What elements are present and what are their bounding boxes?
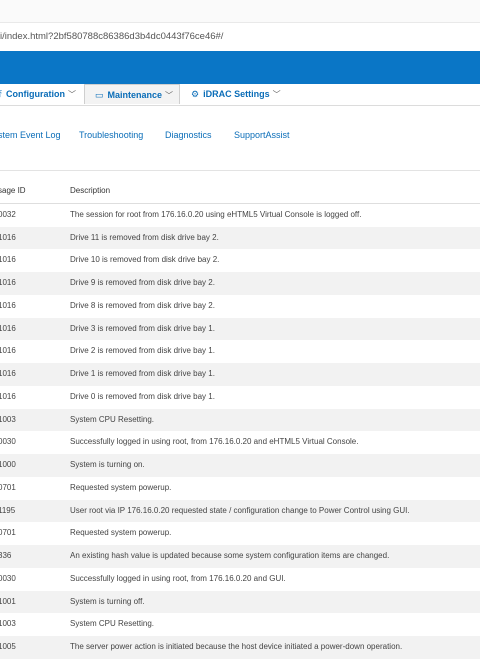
description-cell: System is turning off. [70, 596, 145, 606]
table-row[interactable]: 1016 Drive 10 is removed from disk drive … [0, 249, 480, 272]
configuration-icon: ⤒ [0, 89, 2, 99]
description-cell: Drive 10 is removed from disk drive bay … [70, 255, 220, 265]
message-id-cell: 1016 [0, 300, 16, 310]
subnav-troubleshooting[interactable]: Troubleshooting [79, 130, 143, 140]
menu-maintenance-label: Maintenance [107, 90, 163, 100]
table-row[interactable]: 0701 Requested system powerup. [0, 477, 480, 500]
browser-address-area: i/index.html?2bf580788c86386d3b4dc0443f7… [0, 0, 480, 56]
description-cell: Successfully logged in using root, from … [70, 437, 359, 447]
table-row[interactable]: 1016 Drive 9 is removed from disk drive b… [0, 272, 480, 295]
table-row[interactable]: 1016 Drive 0 is removed from disk drive b… [0, 386, 480, 409]
description-cell: The server power action is initiated bec… [70, 642, 403, 651]
message-id-cell: 0701 [0, 482, 16, 492]
message-id-cell: 1016 [0, 323, 16, 333]
column-header-message-id[interactable]: sage ID [0, 180, 26, 203]
description-cell: Drive 1 is removed from disk drive bay 1… [70, 369, 215, 378]
table-row[interactable]: 1001 System is turning off. [0, 590, 480, 614]
message-id-cell: 1016 [0, 278, 16, 287]
table-row[interactable]: 1195 User root via IP 176.16.0.20 request… [0, 499, 480, 523]
message-id-cell: 1001 [0, 596, 16, 606]
table-row[interactable]: 0032 The session for root from 176.16.0.2… [0, 204, 480, 227]
description-cell: An existing hash value is updated becaus… [70, 551, 390, 560]
message-id-cell: 1005 [0, 642, 16, 651]
menu-configuration-label: Configuration [5, 89, 65, 99]
table-row[interactable]: 1005 The server power action is initiated… [0, 636, 480, 659]
chevron-down-icon: ﹀ [272, 90, 281, 99]
message-id-cell: 1016 [0, 232, 16, 242]
description-cell: The session for root from 176.16.0.20 us… [70, 209, 362, 219]
description-cell: Drive 3 is removed from disk drive bay 1… [70, 323, 215, 333]
message-id-cell: 1016 [0, 255, 16, 265]
table-row[interactable]: 1016 Drive 11 is removed from disk drive … [0, 226, 480, 250]
browser-tab-strip [0, 0, 480, 23]
subnav-supportassist[interactable]: SupportAssist [234, 130, 290, 140]
message-id-cell: 1016 [0, 369, 16, 378]
table-row[interactable]: 1000 System is turning on. [0, 454, 480, 477]
message-id-cell: 0030 [0, 573, 16, 583]
table-row[interactable]: 1016 Drive 1 is removed from disk drive b… [0, 363, 480, 386]
subnav-system-event-log[interactable]: stem Event Log [0, 130, 61, 140]
table-row[interactable]: 1016 Drive 3 is removed from disk drive b… [0, 317, 480, 341]
table-row[interactable]: 1003 System CPU Resetting. [0, 408, 480, 432]
description-cell: System is turning on. [70, 460, 145, 469]
message-id-cell: 0032 [0, 209, 16, 219]
top-menu-bar: ⤒Configuration﹀ ▭Maintenance﹀ ⚙iDRAC Set… [0, 84, 480, 106]
table-row[interactable]: 1003 System CPU Resetting. [0, 613, 480, 636]
description-cell: System CPU Resetting. [70, 619, 155, 629]
message-id-cell: 1016 [0, 391, 16, 401]
maintenance-subnav: stem Event Log Troubleshooting Diagnosti… [0, 130, 480, 150]
message-id-cell: 336 [0, 551, 12, 560]
subnav-divider [0, 170, 480, 171]
table-row[interactable]: 336 An existing hash value is updated bec… [0, 545, 480, 568]
address-bar-url[interactable]: i/index.html?2bf580788c86386d3b4dc0443f7… [0, 31, 223, 42]
description-cell: Drive 8 is removed from disk drive bay 2… [70, 300, 215, 310]
description-cell: Successfully logged in using root, from … [70, 573, 286, 583]
event-log-table: sage ID Description 0032 The session for … [0, 180, 480, 659]
table-header: sage ID Description [0, 180, 480, 204]
description-cell: Drive 2 is removed from disk drive bay 1… [70, 346, 215, 356]
menu-maintenance[interactable]: ▭ Maintenance ﹀ [84, 84, 180, 104]
chevron-down-icon: ﹀ [67, 90, 76, 99]
chevron-down-icon: ﹀ [165, 91, 174, 100]
subnav-diagnostics[interactable]: Diagnostics [165, 130, 212, 140]
description-cell: Drive 11 is removed from disk drive bay … [70, 232, 219, 242]
message-id-cell: 1003 [0, 619, 16, 629]
header-banner [0, 51, 480, 84]
table-row[interactable]: 0030 Successfully logged in using root, f… [0, 431, 480, 454]
message-id-cell: 0701 [0, 528, 16, 538]
message-id-cell: 1016 [0, 346, 16, 356]
description-cell: Drive 0 is removed from disk drive bay 1… [70, 391, 215, 401]
table-row[interactable]: 0701 Requested system powerup. [0, 522, 480, 545]
description-cell: Requested system powerup. [70, 482, 172, 492]
settings-icon: ⚙ [191, 89, 200, 99]
description-cell: Drive 9 is removed from disk drive bay 2… [70, 278, 215, 287]
message-id-cell: 1000 [0, 460, 16, 469]
table-row[interactable]: 1016 Drive 2 is removed from disk drive b… [0, 340, 480, 363]
column-header-description[interactable]: Description [70, 180, 110, 203]
description-cell: User root via IP 176.16.0.20 requested s… [70, 505, 410, 515]
menu-configuration[interactable]: ⤒Configuration﹀ [0, 84, 76, 105]
menu-idrac-settings[interactable]: ⚙ iDRAC Settings ﹀ [191, 84, 281, 105]
message-id-cell: 1195 [0, 505, 16, 515]
message-id-cell: 0030 [0, 437, 16, 447]
menu-idrac-settings-label: iDRAC Settings [203, 89, 270, 99]
table-body: 0032 The session for root from 176.16.0.2… [0, 204, 480, 659]
message-id-cell: 1003 [0, 414, 16, 424]
maintenance-icon: ▭ [95, 90, 104, 100]
description-cell: System CPU Resetting. [70, 414, 155, 424]
table-row[interactable]: 1016 Drive 8 is removed from disk drive b… [0, 295, 480, 318]
description-cell: Requested system powerup. [70, 528, 172, 538]
table-row[interactable]: 0030 Successfully logged in using root, f… [0, 568, 480, 591]
